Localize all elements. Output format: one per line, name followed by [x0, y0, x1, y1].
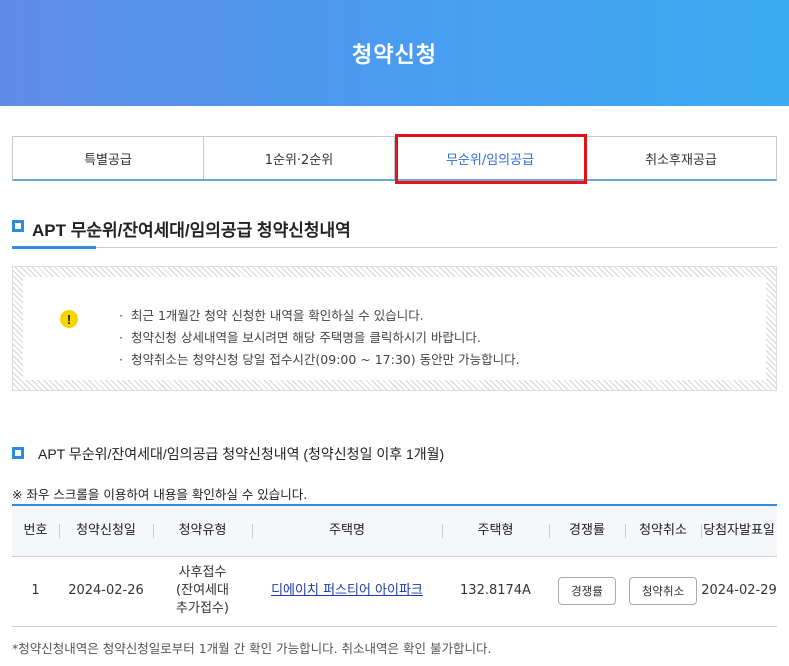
notice-content: ! 최근 1개월간 청약 신청한 내역을 확인하실 수 있습니다. 청약신청 상… — [23, 277, 766, 380]
scroll-note: ※ 좌우 스크롤을 이용하여 내용을 확인하실 수 있습니다. — [12, 487, 308, 502]
house-name-link[interactable]: 디에이치 퍼스티어 아이파크 — [271, 583, 423, 598]
page-header: 청약신청 — [0, 0, 789, 106]
application-table: 번호 청약신청일 청약유형 주택명 주택형 경쟁률 청약취소 당첨자발표일 1 … — [12, 506, 777, 627]
section-underline — [12, 246, 96, 249]
cell-house-type: 132.8174A — [442, 556, 549, 627]
square-bullet-icon — [12, 220, 24, 232]
notice-list: 최근 1개월간 청약 신청한 내역을 확인하실 수 있습니다. 청약신청 상세내… — [119, 305, 520, 371]
notice-box: ! 최근 1개월간 청약 신청한 내역을 확인하실 수 있습니다. 청약신청 상… — [12, 266, 777, 391]
table-row: 1 2024-02-26 사후접수 (잔여세대 추가접수) 디에이치 퍼스티어 … — [12, 556, 777, 627]
section-header: APT 무순위/잔여세대/임의공급 청약신청내역 — [12, 212, 777, 249]
tab-resupply-after-cancel[interactable]: 취소후재공급 — [586, 137, 776, 179]
square-bullet-icon — [12, 447, 24, 459]
col-header-house-type: 주택형 — [442, 506, 549, 557]
col-header-apply-date: 청약신청일 — [59, 506, 153, 557]
cell-cancel: 청약취소 — [625, 556, 701, 627]
col-header-apply-type: 청약유형 — [153, 506, 252, 557]
col-header-house-name: 주택명 — [252, 506, 442, 557]
footnote: *청약신청내역은 청약신청일로부터 1개월 간 확인 가능합니다. 취소내역은 … — [12, 641, 492, 656]
tab-special-supply[interactable]: 특별공급 — [13, 137, 204, 179]
cancel-application-button[interactable]: 청약취소 — [628, 577, 698, 605]
cell-apply-date: 2024-02-26 — [59, 556, 153, 627]
tab-first-second-rank[interactable]: 1순위·2순위 — [204, 137, 395, 179]
col-header-competition: 경쟁률 — [549, 506, 625, 557]
sub-section-title: APT 무순위/잔여세대/임의공급 청약신청내역 (청약신청일 이후 1개월) — [38, 446, 445, 462]
apply-type-line: 사후접수 — [178, 565, 227, 580]
notice-item: 청약취소는 청약신청 당일 접수시간(09:00 ~ 17:30) 동안만 가능… — [119, 349, 520, 371]
col-header-announce-date: 당첨자발표일 — [701, 506, 777, 557]
notice-item: 청약신청 상세내역을 보시려면 해당 주택명을 클릭하시기 바랍니다. — [119, 327, 520, 349]
notice-item: 최근 1개월간 청약 신청한 내역을 확인하실 수 있습니다. — [119, 305, 520, 327]
apply-type-line: (잔여세대 — [176, 583, 229, 598]
tab-unranked-supply[interactable]: 무순위/임의공급 — [395, 137, 586, 179]
exclamation-icon: ! — [60, 310, 78, 328]
competition-button[interactable]: 경쟁률 — [558, 577, 616, 605]
apply-type-line: 추가접수) — [176, 601, 229, 616]
table-header-row: 번호 청약신청일 청약유형 주택명 주택형 경쟁률 청약취소 당첨자발표일 — [12, 506, 777, 557]
cell-announce-date: 2024-02-29 — [701, 556, 777, 627]
supply-tabs: 특별공급 1순위·2순위 무순위/임의공급 취소후재공급 — [12, 136, 777, 181]
cell-house-name: 디에이치 퍼스티어 아이파크 — [252, 556, 442, 627]
col-header-cancel: 청약취소 — [625, 506, 701, 557]
section-title: APT 무순위/잔여세대/임의공급 청약신청내역 — [32, 221, 351, 240]
cell-competition: 경쟁률 — [549, 556, 625, 627]
page-title: 청약신청 — [352, 43, 437, 68]
cell-no: 1 — [12, 556, 59, 627]
cell-apply-type: 사후접수 (잔여세대 추가접수) — [153, 556, 252, 627]
col-header-no: 번호 — [12, 506, 59, 557]
application-table-container[interactable]: 번호 청약신청일 청약유형 주택명 주택형 경쟁률 청약취소 당첨자발표일 1 … — [12, 504, 777, 627]
